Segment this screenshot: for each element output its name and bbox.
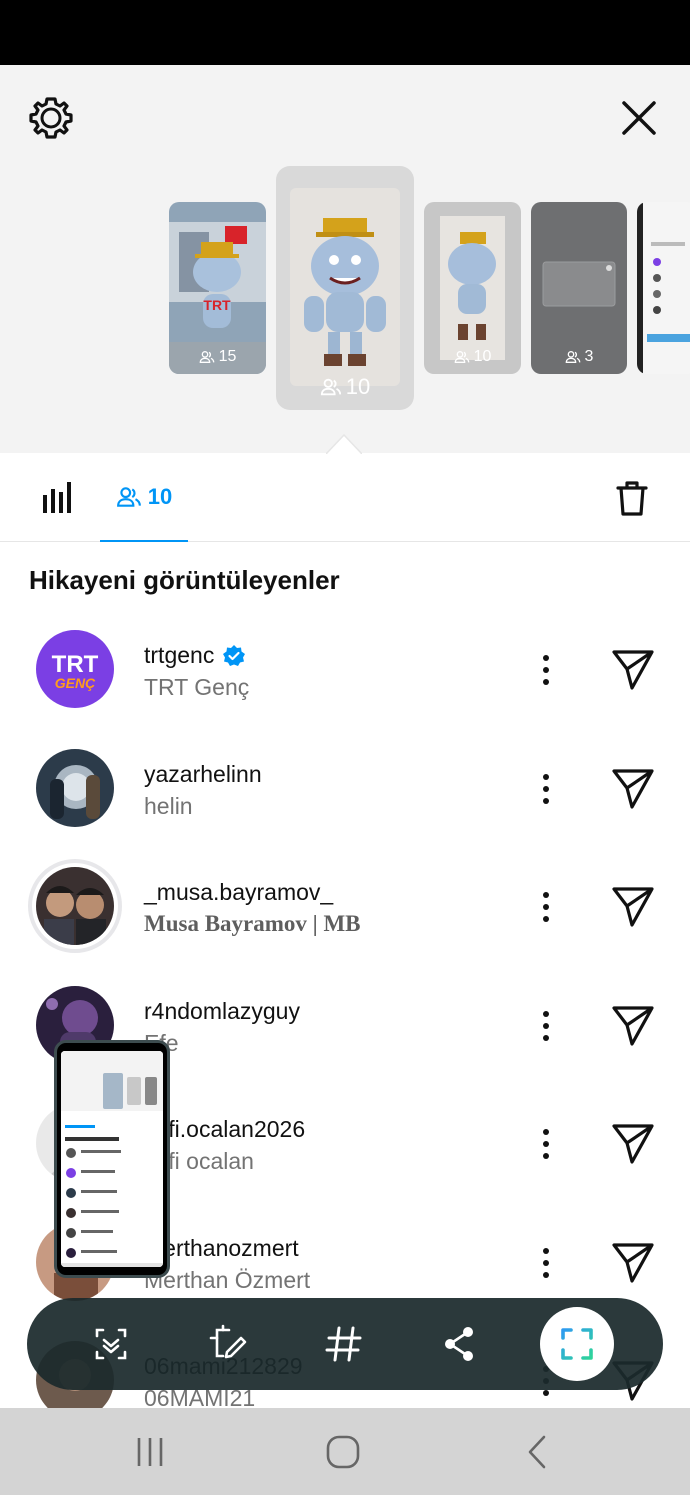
send-message-button[interactable] <box>610 646 656 692</box>
avatar[interactable] <box>36 748 114 827</box>
full-name: Musa Bayramov | MB <box>144 911 361 936</box>
more-options-button[interactable] <box>532 769 560 809</box>
settings-button[interactable] <box>28 95 74 141</box>
story-image <box>290 188 400 386</box>
story-header: TRT 15 10 10 3 <box>0 65 690 454</box>
status-bar <box>0 0 690 65</box>
section-title: Hikayeni görüntüleyenler <box>29 565 340 595</box>
more-vertical-icon <box>543 1129 549 1159</box>
capture-area-icon <box>561 1328 593 1360</box>
verified-badge-icon <box>223 644 246 666</box>
story-thumbnail[interactable]: 10 <box>424 202 521 374</box>
more-options-button[interactable] <box>532 650 560 690</box>
send-icon <box>612 1242 654 1283</box>
viewers-icon <box>199 351 214 363</box>
send-message-button[interactable] <box>610 765 656 811</box>
screenshot-thumbnail-image <box>61 1051 163 1267</box>
viewers-icon <box>565 351 580 363</box>
send-icon <box>612 887 654 927</box>
send-message-button[interactable] <box>610 883 656 929</box>
send-message-button[interactable] <box>610 1002 656 1048</box>
selection-pointer <box>326 434 362 454</box>
share-icon <box>445 1327 473 1361</box>
avatar-image <box>36 867 114 945</box>
more-vertical-icon <box>543 892 549 922</box>
full-name: helin <box>144 792 193 819</box>
story-view-count: 15 <box>169 348 266 366</box>
send-icon <box>612 768 654 809</box>
viewers-count: 10 <box>147 484 173 509</box>
more-options-button[interactable] <box>532 1124 560 1164</box>
home-icon <box>326 1435 360 1469</box>
more-options-button[interactable] <box>532 1006 560 1046</box>
back-button[interactable] <box>517 1432 557 1472</box>
list-item[interactable]: _musa.bayramov_ Musa Bayramov | MB <box>0 847 690 966</box>
more-vertical-icon <box>543 1247 549 1278</box>
send-message-button[interactable] <box>610 1120 656 1166</box>
recent-apps-icon <box>137 1438 163 1466</box>
delete-button[interactable] <box>612 478 652 518</box>
hashtag-button[interactable] <box>322 1322 366 1366</box>
draw-edit-icon <box>209 1324 247 1359</box>
svg-text:GENÇ: GENÇ <box>55 675 96 691</box>
avatar-image <box>36 748 114 827</box>
viewers-icon <box>454 351 469 363</box>
home-button[interactable] <box>323 1432 363 1472</box>
more-vertical-icon <box>543 773 549 804</box>
trt-genc-logo: TRT GENÇ <box>52 651 99 691</box>
send-icon <box>612 1124 654 1164</box>
more-options-button[interactable] <box>532 1243 560 1283</box>
scroll-capture-icon <box>95 1328 127 1360</box>
hashtag-icon <box>325 1326 362 1362</box>
gear-icon <box>29 97 73 139</box>
svg-text:TRT: TRT <box>203 297 231 313</box>
story-view-count: 10 <box>424 348 521 366</box>
recent-apps-button[interactable] <box>130 1432 170 1472</box>
send-message-button[interactable] <box>610 1239 656 1285</box>
story-thumbnail[interactable]: TRT 15 <box>169 202 266 374</box>
avatar-with-ring[interactable] <box>28 859 122 953</box>
close-icon <box>622 101 656 135</box>
close-button[interactable] <box>616 95 662 141</box>
more-options-button[interactable] <box>532 887 560 927</box>
capture-area-button[interactable] <box>540 1307 614 1381</box>
tab-viewers[interactable]: 10 <box>100 454 188 542</box>
full-name: TRT Genç <box>144 674 250 700</box>
back-icon <box>528 1435 546 1469</box>
story-tabs: 10 <box>0 454 690 542</box>
bar-chart-icon <box>43 482 71 513</box>
system-navigation-bar <box>0 1408 690 1495</box>
screenshot-preview[interactable] <box>54 1040 170 1278</box>
list-item[interactable]: TRT GENÇ trtgenc TRT Genç <box>0 610 690 729</box>
send-icon <box>612 650 654 690</box>
trash-icon <box>616 481 648 516</box>
share-button[interactable] <box>438 1322 482 1366</box>
viewers-icon <box>116 487 141 507</box>
more-vertical-icon <box>543 1010 549 1041</box>
story-view-count: 3 <box>531 348 627 366</box>
story-image <box>637 202 690 374</box>
draw-edit-button[interactable] <box>207 1322 251 1366</box>
screenshot-toolbar <box>27 1298 663 1390</box>
viewers-icon <box>320 378 341 396</box>
list-item[interactable]: yazarhelinn helin <box>0 729 690 848</box>
story-view-count: 10 <box>276 374 414 400</box>
username[interactable]: _musa.bayramov_ <box>144 879 333 906</box>
svg-text:TRT: TRT <box>52 651 99 678</box>
story-thumbnail-selected[interactable]: 10 <box>276 166 414 410</box>
username[interactable]: trtgenc <box>144 642 246 669</box>
tab-insights[interactable] <box>40 480 76 516</box>
scroll-capture-button[interactable] <box>89 1322 133 1366</box>
story-thumbnail[interactable] <box>637 202 690 374</box>
more-vertical-icon <box>543 655 549 685</box>
send-icon <box>612 1005 654 1046</box>
avatar[interactable]: TRT GENÇ <box>36 630 114 708</box>
story-thumbnail[interactable]: 3 <box>531 202 627 374</box>
username[interactable]: yazarhelinn <box>144 761 262 788</box>
username[interactable]: r4ndomlazyguy <box>144 998 300 1025</box>
